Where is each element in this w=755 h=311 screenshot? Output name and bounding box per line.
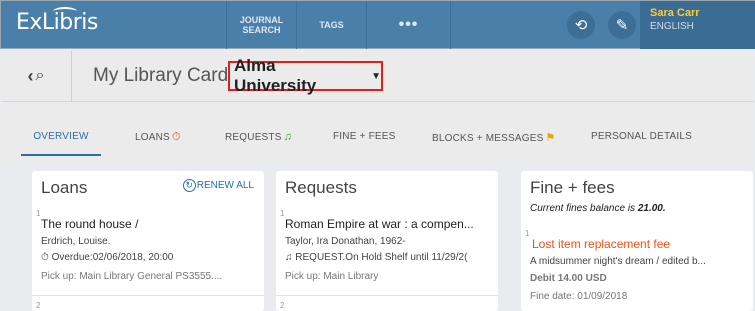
nav-more-button[interactable]: ••• <box>366 1 451 49</box>
requests-card: Requests 1 Roman Empire at war : a compe… <box>276 171 498 311</box>
loan-item-pickup: Pick up: Main Library General PS3555.... <box>41 271 223 282</box>
history-icon: ⟲ <box>574 17 588 34</box>
page-subheader: ‹ ⌕ My Library Card Alma University ▼ <box>1 51 754 102</box>
tab-loans-label: LOANS <box>135 132 170 143</box>
loan-item-title[interactable]: The round house / <box>41 217 138 231</box>
loans-card: Loans ↻ RENEW ALL 1 The round house / Erd… <box>32 171 264 311</box>
tab-overview-label: OVERVIEW <box>33 131 89 142</box>
loans-card-title[interactable]: Loans <box>41 178 87 198</box>
fines-balance-value: 21.00. <box>637 203 666 214</box>
bell-icon: ♫ <box>285 252 293 263</box>
tab-requests-label: REQUESTS <box>225 132 282 143</box>
favorites-button[interactable]: ✎ <box>608 11 636 39</box>
request-item-status-text: REQUEST.On Hold Shelf until 11/29/2( <box>295 252 468 263</box>
fine-item-index: 1 <box>525 229 530 238</box>
loan-item-status: ⏱ Overdue:02/06/2018, 20:00 <box>41 252 173 263</box>
tab-fine-fees-label: FINE + FEES <box>333 131 396 142</box>
tab-requests[interactable]: REQUESTS ♫ <box>225 131 292 143</box>
renew-all-button[interactable]: ↻ RENEW ALL <box>182 179 254 192</box>
logo-arc <box>53 7 77 16</box>
fines-balance-label: Current fines balance is <box>530 203 638 214</box>
user-language: ENGLISH <box>650 21 694 32</box>
fine-item-title[interactable]: A midsummer night's dream / edited b... <box>530 256 706 267</box>
flag-icon: ⚑ <box>545 132 556 144</box>
active-tab-indicator <box>21 154 101 156</box>
overdue-timer-icon: ⏱ <box>41 252 49 263</box>
request-next-index: 2 <box>280 301 285 310</box>
tab-loans[interactable]: LOANS ⏱ <box>135 131 181 144</box>
tab-blocks-messages-label: BLOCKS + MESSAGES <box>432 133 544 144</box>
user-name: Sara Carr <box>650 7 700 19</box>
search-history-button[interactable]: ⟲ <box>567 11 595 39</box>
renew-all-label: RENEW ALL <box>196 180 254 191</box>
pin-icon: ✎ <box>615 17 629 34</box>
bell-icon: ♫ <box>283 131 293 143</box>
tab-personal-details-label: PERSONAL DETAILS <box>591 131 693 142</box>
nav-journal-search-line1: JOURNAL <box>239 15 284 25</box>
top-header: ExLibris JOURNAL SEARCH TAGS ••• ⟲ ✎ Sar… <box>0 0 755 49</box>
nav-journal-search[interactable]: JOURNAL SEARCH <box>226 1 296 49</box>
fine-item-type: Lost item replacement fee <box>532 237 671 251</box>
request-item-pickup: Pick up: Main Library <box>285 271 379 282</box>
search-icon: ⌕ <box>35 67 45 84</box>
request-item-status: ♫ REQUEST.On Hold Shelf until 11/29/2( <box>285 252 467 263</box>
request-item-title[interactable]: Roman Empire at war : a compen... <box>285 217 474 231</box>
fines-card: Fine + fees Current fines balance is 21.… <box>521 171 753 311</box>
chevron-left-icon: ‹ <box>27 65 34 86</box>
loan-item-author: Erdrich, Louise. <box>41 236 111 247</box>
tab-fine-fees[interactable]: FINE + FEES <box>333 131 396 142</box>
overdue-timer-icon: ⏱ <box>171 131 181 143</box>
loan-item-divider <box>32 295 264 296</box>
caret-down-icon: ▼ <box>371 70 381 82</box>
tab-personal-details[interactable]: PERSONAL DETAILS <box>591 131 692 142</box>
tab-overview[interactable]: OVERVIEW <box>21 131 101 142</box>
nav-tags-label: TAGS <box>319 20 344 30</box>
back-to-search-button[interactable]: ‹ ⌕ <box>1 51 72 101</box>
loan-item-index: 1 <box>36 209 41 218</box>
fines-balance: Current fines balance is 21.00. <box>530 203 666 214</box>
institution-select[interactable]: Alma University ▼ <box>228 56 383 95</box>
request-item-index: 1 <box>280 209 285 218</box>
account-tabs: OVERVIEW LOANS ⏱ REQUESTS ♫ FINE + FEES BL… <box>1 103 754 163</box>
more-dots-icon: ••• <box>398 16 419 33</box>
fines-card-title[interactable]: Fine + fees <box>530 178 615 198</box>
fine-item-amount: Debit 14.00 USD <box>530 273 607 284</box>
fine-item-date: Fine date: 01/09/2018 <box>530 291 628 302</box>
exlibris-logo[interactable]: ExLibris <box>16 7 98 35</box>
requests-card-title[interactable]: Requests <box>285 178 357 198</box>
loan-item-status-text: Overdue:02/06/2018, 20:00 <box>51 252 174 263</box>
renew-icon: ↻ <box>182 179 196 192</box>
user-menu[interactable]: Sara Carr ENGLISH <box>640 1 755 49</box>
nav-journal-search-line2: SEARCH <box>242 25 281 35</box>
loan-next-index: 2 <box>36 301 41 310</box>
request-item-divider <box>276 295 498 296</box>
nav-tags[interactable]: TAGS <box>296 1 366 49</box>
tab-blocks-messages[interactable]: BLOCKS + MESSAGES ⚑ <box>432 131 556 144</box>
page-title: My Library Card <box>93 65 229 86</box>
request-item-author: Taylor, Ira Donathan, 1962- <box>285 236 406 247</box>
institution-name: Alma University <box>234 56 317 95</box>
